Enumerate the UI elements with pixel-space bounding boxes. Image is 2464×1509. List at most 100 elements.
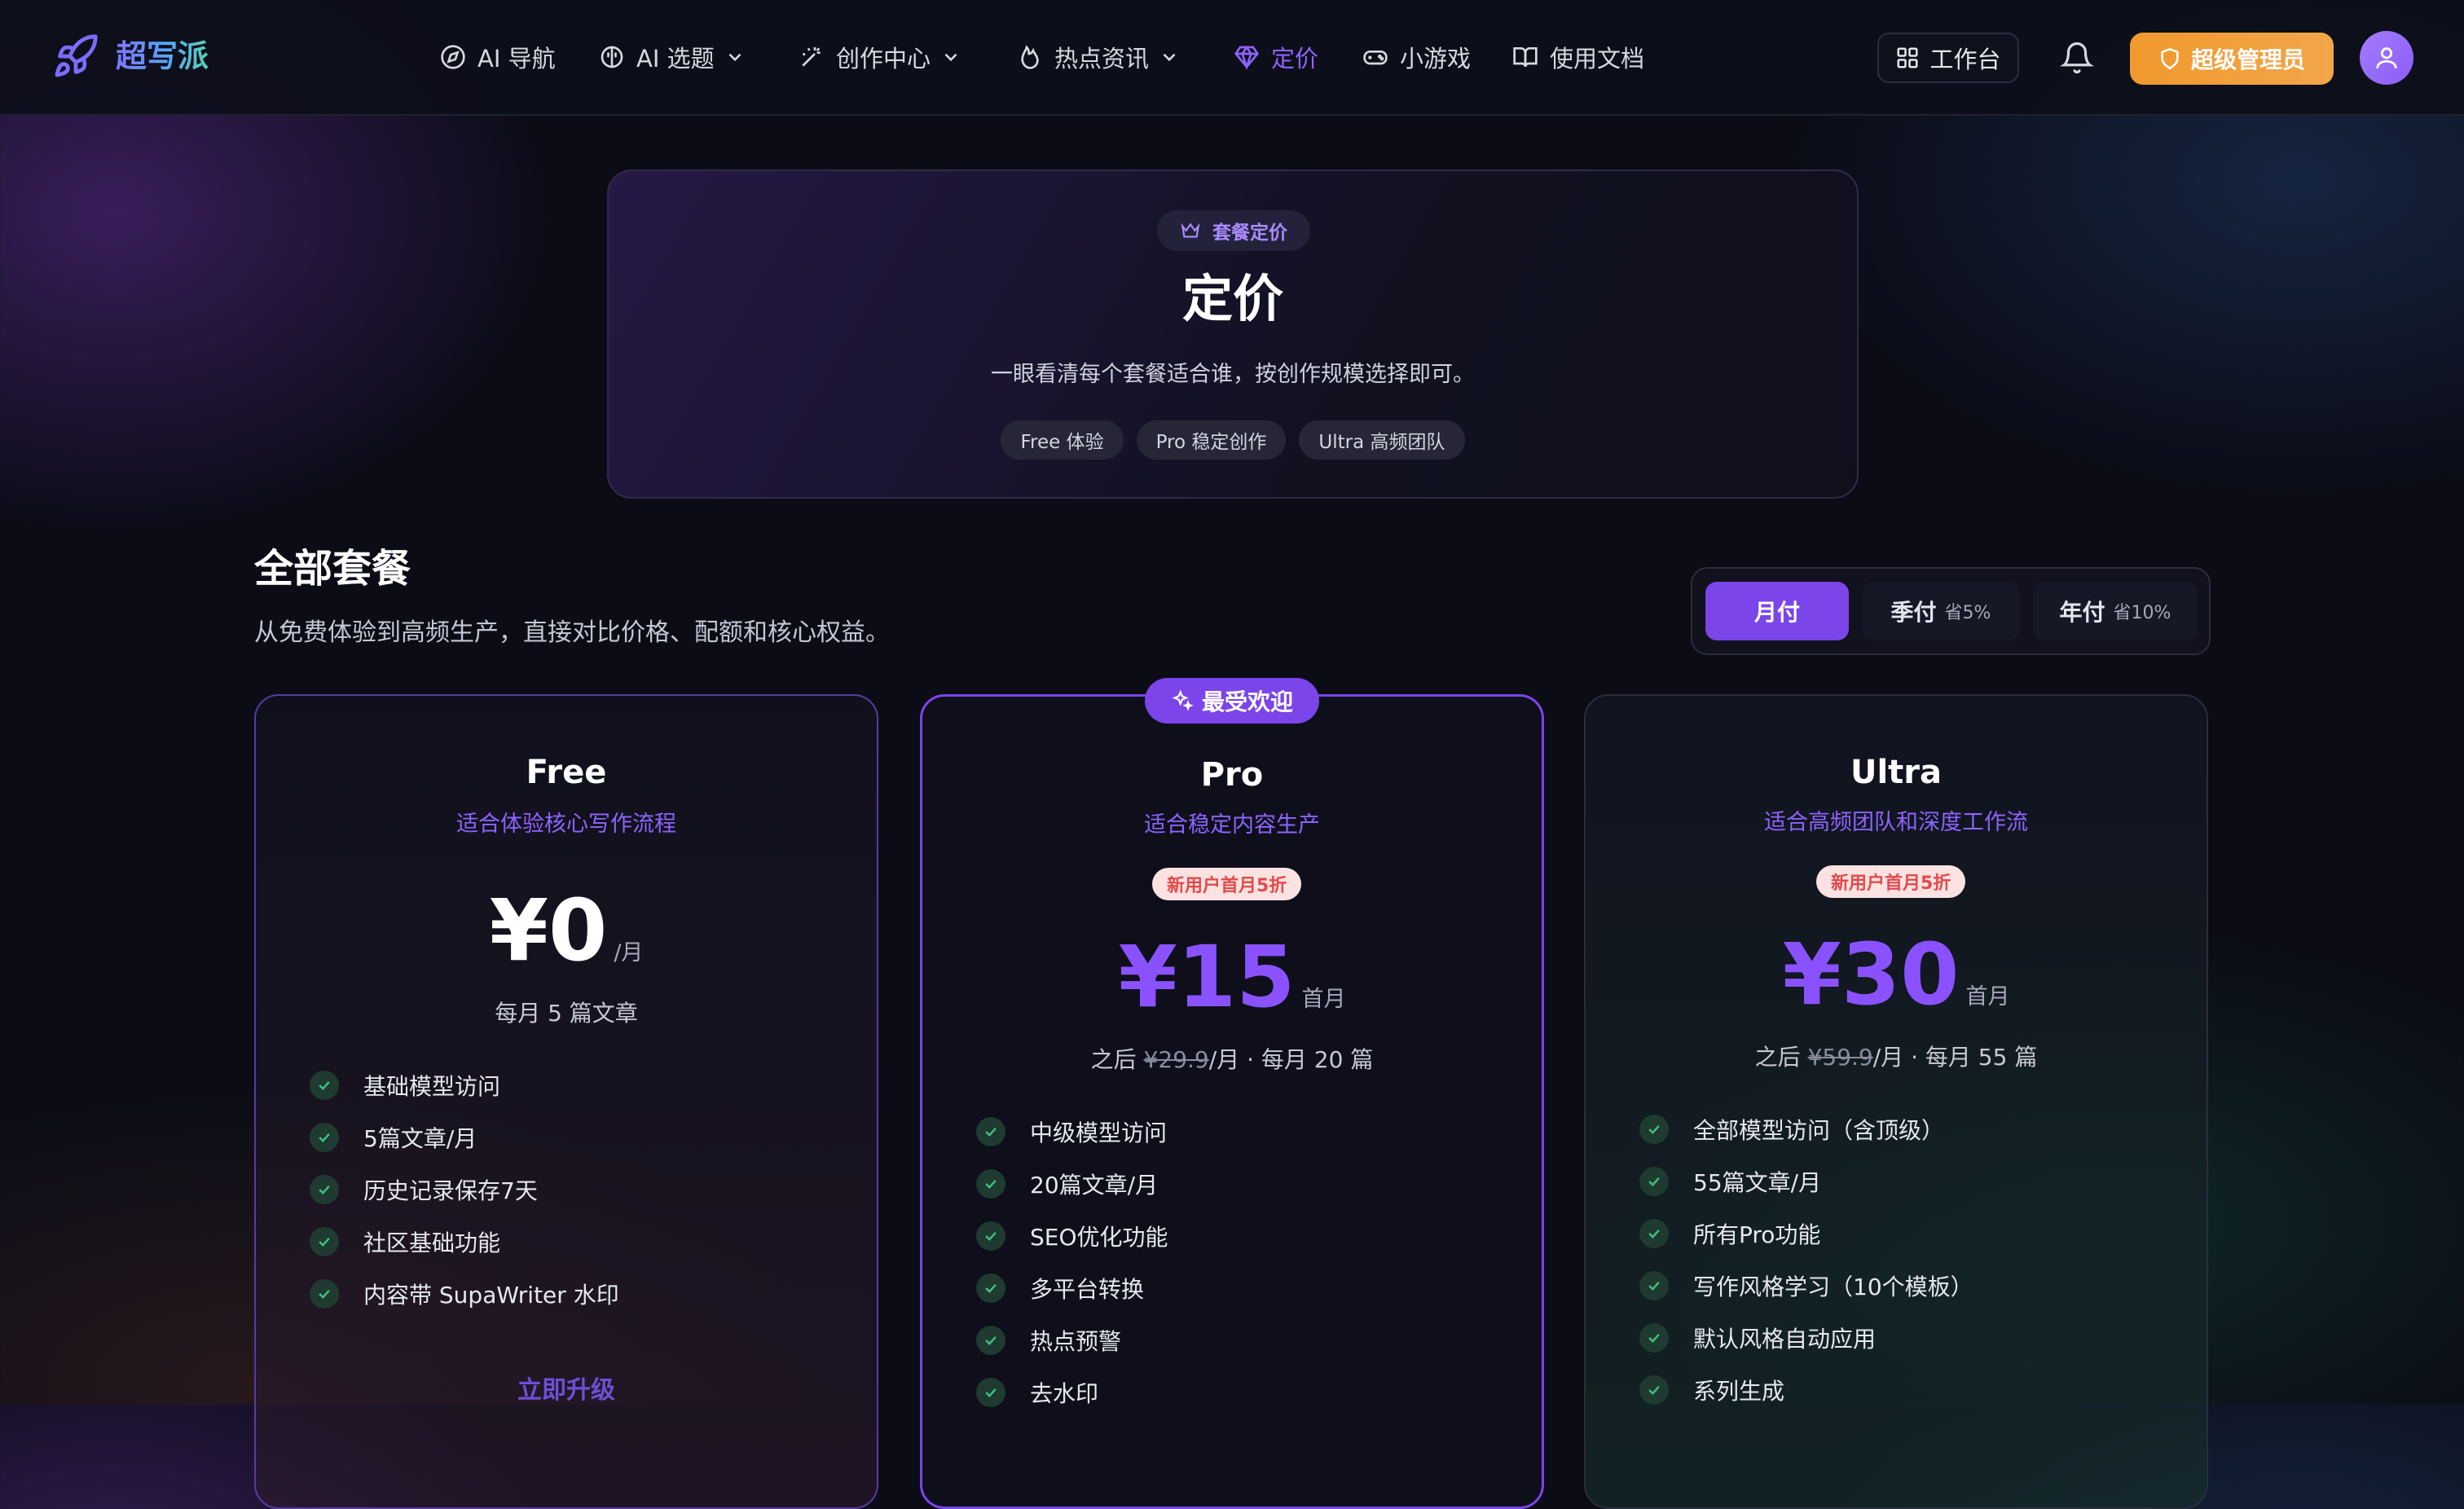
check-icon — [976, 1326, 1005, 1355]
plan-name: Free — [526, 754, 607, 791]
feature-text: 热点预警 — [1030, 1328, 1122, 1355]
most-popular-badge: 最受欢迎 — [1145, 678, 1319, 724]
feature-text: 去水印 — [1030, 1380, 1099, 1407]
check-icon — [1639, 1167, 1669, 1196]
feature-text: SEO优化功能 — [1030, 1224, 1168, 1251]
plan-price-unit: 首月 — [1965, 984, 2010, 1010]
note-prefix: 之后 — [1090, 1046, 1144, 1073]
chip-free: Free 体验 — [1001, 420, 1124, 460]
rocket-logo-icon[interactable] — [52, 33, 99, 80]
feature-item: 去水印 — [976, 1376, 1098, 1409]
billing-monthly-button[interactable]: 月付 — [1705, 582, 1849, 640]
feature-item: 写作风格学习（10个模板） — [1639, 1269, 1973, 1302]
gamepad-icon — [1363, 50, 1388, 65]
hero-badge: 套餐定价 — [1157, 210, 1310, 251]
plan-card-free: Free 适合体验核心写作流程 ¥0 /月 每月 5 篇文章 基础模型访问 5篇… — [254, 694, 878, 1509]
feature-item: 内容带 SupaWriter 水印 — [310, 1278, 619, 1310]
hero-chips: Free 体验 Pro 稳定创作 Ultra 高频团队 — [609, 420, 1857, 460]
hero-badge-label: 套餐定价 — [1212, 222, 1287, 244]
nav-trending-news[interactable]: 热点资讯 — [1017, 33, 1180, 81]
workbench-button[interactable]: 工作台 — [1877, 33, 2019, 83]
plan-after-price: 之后 ¥29.9/月 · 每月 20 篇 — [922, 1049, 1542, 1071]
plan-name: Pro — [1200, 756, 1264, 794]
feature-item: 默认风格自动应用 — [1639, 1322, 1876, 1354]
billing-quarterly-button[interactable]: 季付 省5% — [1862, 582, 2020, 640]
check-icon — [310, 1227, 339, 1256]
popular-label: 最受欢迎 — [1201, 689, 1293, 715]
chip-pro: Pro 稳定创作 — [1136, 420, 1287, 460]
nav-ai-navigation[interactable]: AI 导航 — [440, 33, 556, 81]
hero-subtitle: 一眼看清每个套餐适合谁，按创作规模选择即可。 — [991, 362, 1475, 387]
section-title: 全部套餐 — [254, 546, 411, 592]
sparkles-icon — [1172, 689, 1194, 711]
feature-text: 内容带 SupaWriter 水印 — [363, 1282, 619, 1309]
feature-text: 系列生成 — [1693, 1378, 1785, 1405]
feature-text: 5篇文章/月 — [363, 1125, 477, 1152]
compass-icon — [441, 45, 465, 69]
plan-name: Ultra — [1850, 754, 1943, 791]
plan-tagline: 适合体验核心写作流程 — [456, 812, 676, 837]
plan-price-row: ¥30 首月 — [1586, 932, 2207, 1017]
admin-button[interactable]: 超级管理员 — [2130, 33, 2334, 85]
feature-text: 全部模型访问（含顶级） — [1693, 1117, 1945, 1144]
brain-icon — [601, 46, 623, 68]
chevron-down-icon — [944, 53, 957, 62]
plan-price: ¥15 — [1118, 927, 1296, 1027]
top-navbar: 超写派 AI 导航 AI 选题 创作中心 热点资讯 定价 小游戏 使用文档 工作… — [0, 0, 2464, 116]
plan-price: ¥30 — [1782, 925, 1960, 1024]
feature-item: 基础模型访问 — [310, 1069, 500, 1102]
section-subtitle: 从免费体验到高频生产，直接对比价格、配额和核心权益。 — [254, 618, 890, 647]
feature-item: 热点预警 — [976, 1324, 1121, 1357]
check-icon — [976, 1274, 1005, 1303]
nav-creation-center[interactable]: 创作中心 — [799, 33, 961, 81]
plan-card-pro: Pro 适合稳定内容生产 新用户首月5折 ¥15 首月 之后 ¥29.9/月 ·… — [920, 694, 1544, 1509]
avatar[interactable] — [2360, 31, 2413, 85]
grid-icon — [1897, 47, 1918, 68]
feature-item: 社区基础功能 — [310, 1225, 500, 1258]
brand-name[interactable]: 超写派 — [116, 33, 209, 80]
feature-text: 所有Pro功能 — [1693, 1221, 1821, 1248]
check-icon — [1639, 1115, 1669, 1144]
nav-mini-games[interactable]: 小游戏 — [1362, 33, 1471, 81]
bell-icon[interactable] — [2060, 41, 2094, 75]
plan-tagline: 适合稳定内容生产 — [1144, 812, 1320, 838]
nav-label: AI 选题 — [636, 45, 715, 73]
check-icon — [976, 1221, 1005, 1251]
nav-docs[interactable]: 使用文档 — [1512, 33, 1644, 81]
plan-quota: 每月 5 篇文章 — [495, 1000, 638, 1027]
nav-pricing[interactable]: 定价 — [1234, 33, 1318, 81]
shield-icon — [2161, 47, 2179, 70]
feature-item: 55篇文章/月 — [1639, 1165, 1821, 1198]
nav-label: 热点资讯 — [1054, 45, 1150, 73]
note-suffix: /月 · 每月 55 篇 — [1872, 1044, 2038, 1071]
feature-text: 历史记录保存7天 — [363, 1177, 538, 1204]
check-icon — [1639, 1323, 1669, 1353]
diamond-icon — [1234, 45, 1259, 70]
chip-ultra: Ultra 高频团队 — [1299, 420, 1465, 460]
book-open-icon — [1513, 47, 1538, 68]
plan-price: ¥0 — [489, 881, 608, 980]
billing-toggle: 月付 季付 省5% 年付 省10% — [1691, 567, 2211, 655]
old-price: ¥59.9 — [1807, 1044, 1873, 1071]
user-icon — [2376, 47, 2397, 68]
old-price: ¥29.9 — [1143, 1046, 1209, 1073]
billing-yearly-button[interactable]: 年付 省10% — [2033, 582, 2198, 640]
billing-label: 月付 — [1753, 599, 1800, 626]
pricing-hero-card: 套餐定价 定价 一眼看清每个套餐适合谁，按创作规模选择即可。 Free 体验 P… — [607, 169, 1859, 499]
check-icon — [976, 1169, 1005, 1199]
nav-label: 小游戏 — [1400, 45, 1472, 73]
plan-price-row: ¥0 /月 — [256, 888, 877, 973]
chevron-down-icon — [728, 53, 741, 62]
nav-label: AI 导航 — [477, 45, 556, 73]
plan-price-unit: 首月 — [1301, 987, 1346, 1012]
nav-label: 定价 — [1271, 45, 1319, 73]
plan-price-unit: /月 — [614, 940, 644, 966]
upgrade-button[interactable]: 立即升级 — [256, 1379, 877, 1403]
crown-icon — [1181, 222, 1200, 238]
feature-text: 55篇文章/月 — [1693, 1169, 1822, 1196]
billing-save: 省5% — [1944, 603, 1991, 623]
nav-ai-topics[interactable]: AI 选题 — [599, 33, 746, 81]
promo-badge: 新用户首月5折 — [1816, 865, 1966, 898]
plan-tagline: 适合高频团队和深度工作流 — [1764, 810, 2028, 835]
plan-price-row: ¥15 首月 — [922, 935, 1542, 1019]
